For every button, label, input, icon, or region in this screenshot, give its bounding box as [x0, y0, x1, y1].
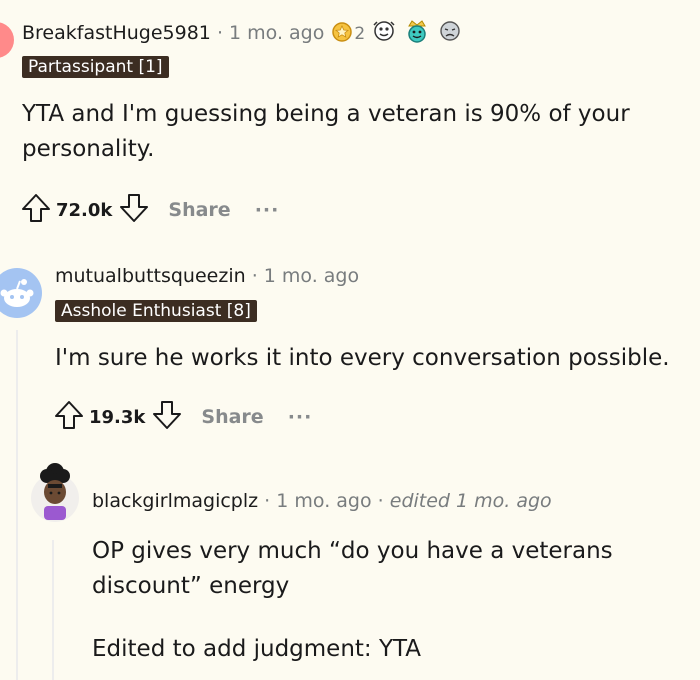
gold-award-icon[interactable]: [330, 19, 354, 48]
more-options-button[interactable]: ···: [288, 406, 313, 428]
vote-score: 72.0k: [56, 199, 113, 221]
comment-3-meta: blackgirlmagicplz · 1 mo. ago · edited 1…: [92, 490, 552, 512]
royal-award-icon[interactable]: [403, 18, 431, 49]
user-flair: Asshole Enthusiast [8]: [55, 300, 257, 322]
username[interactable]: mutualbuttsqueezin: [55, 265, 246, 287]
downvote-icon[interactable]: [118, 192, 150, 228]
comment-1-actions: 72.0k Share ···: [20, 192, 279, 228]
separator: ·: [264, 490, 271, 512]
thread-line[interactable]: [52, 540, 54, 680]
username[interactable]: blackgirlmagicplz: [92, 490, 258, 512]
comment-2-actions: 19.3k Share ···: [53, 399, 312, 435]
avatar[interactable]: [0, 268, 42, 322]
edited-label: edited 1 mo. ago: [389, 490, 552, 512]
upvote-icon[interactable]: [20, 192, 52, 228]
username[interactable]: BreakfastHuge5981: [22, 22, 211, 44]
comment-1-meta: BreakfastHuge5981 · 1 mo. ago 2: [22, 18, 463, 49]
downvote-icon[interactable]: [151, 399, 183, 435]
thread-line[interactable]: [16, 330, 18, 680]
comment-3-body-edit: Edited to add judgment: YTA: [92, 636, 422, 662]
timestamp[interactable]: 1 mo. ago: [229, 22, 324, 44]
avatar[interactable]: [30, 462, 80, 528]
more-options-button[interactable]: ···: [255, 199, 280, 221]
share-button[interactable]: Share: [168, 199, 230, 221]
vote-score: 19.3k: [89, 406, 146, 428]
award-count: 2: [354, 24, 366, 44]
share-button[interactable]: Share: [201, 406, 263, 428]
separator: ·: [251, 265, 258, 287]
comment-1-body: YTA and I'm guessing being a veteran is …: [22, 101, 630, 162]
comment-2-body: I'm sure he works it into every conversa…: [55, 345, 670, 371]
timestamp[interactable]: 1 mo. ago: [276, 490, 371, 512]
wholesome-award-icon[interactable]: [371, 19, 397, 48]
separator: ·: [377, 490, 384, 512]
comment-3-body: OP gives very much “do you have a vetera…: [92, 534, 682, 667]
avatar-partial[interactable]: [0, 22, 14, 58]
timestamp[interactable]: 1 mo. ago: [264, 265, 359, 287]
user-flair: Partassipant [1]: [22, 56, 169, 78]
sad-face-award-icon[interactable]: [437, 19, 463, 48]
upvote-icon[interactable]: [53, 399, 85, 435]
comment-2-meta: mutualbuttsqueezin · 1 mo. ago: [55, 265, 359, 287]
separator: ·: [216, 22, 223, 44]
